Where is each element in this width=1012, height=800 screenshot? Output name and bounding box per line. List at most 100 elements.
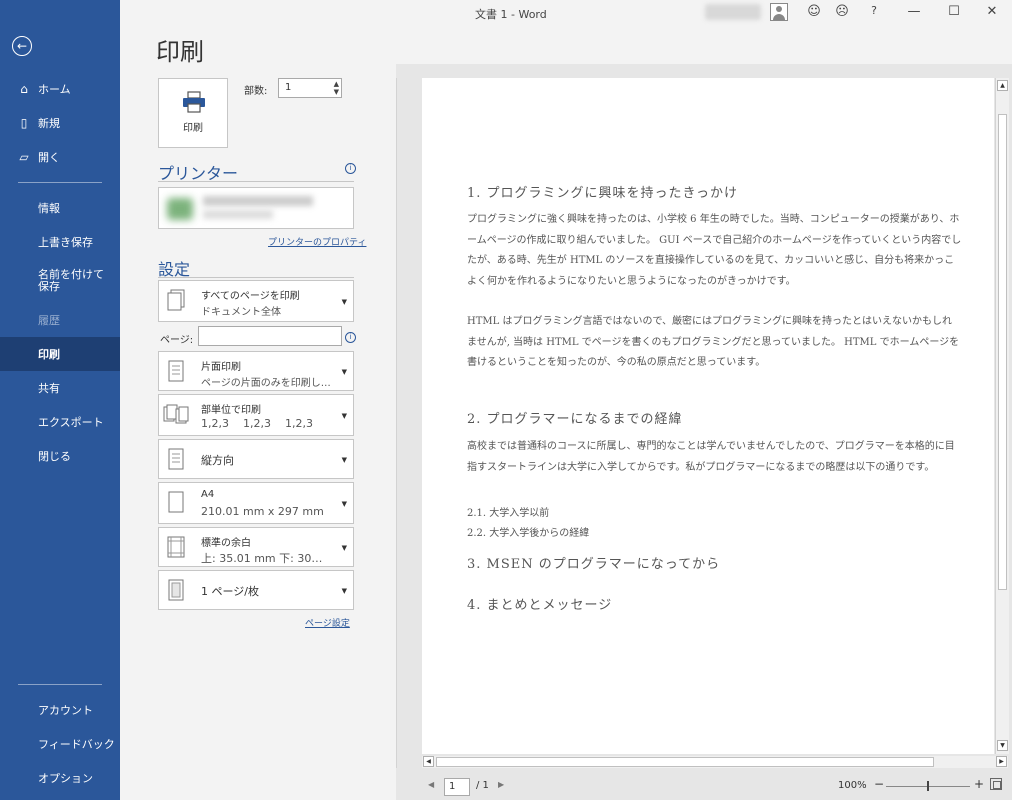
chevron-down-icon: ▼ (341, 500, 347, 508)
sidebar-item-print[interactable]: 印刷 (0, 337, 120, 371)
close-button[interactable]: ✕ (982, 4, 1002, 19)
open-folder-icon: ▱ (19, 150, 29, 164)
zoom-out-button[interactable]: − (874, 777, 884, 791)
zoom-in-button[interactable]: + (974, 777, 984, 791)
pages-per-sheet-dropdown[interactable]: 1 ページ/枚 ▼ (158, 570, 354, 610)
sidebar-item-label: エクスポート (38, 416, 104, 429)
printer-status (203, 210, 273, 219)
sidebar-item-open[interactable]: ▱ 開く (0, 140, 120, 174)
sidebar-item-label: 情報 (38, 202, 60, 215)
dropdown-subtitle: 210.01 mm x 297 mm (201, 505, 324, 518)
orientation-dropdown[interactable]: 縦方向 ▼ (158, 439, 354, 479)
print-range-dropdown[interactable]: すべてのページを印刷 ドキュメント全体 ▼ (158, 280, 354, 322)
printer-properties-link[interactable]: プリンターのプロパティ (268, 235, 366, 248)
chevron-down-icon: ▼ (341, 587, 347, 595)
section-divider (158, 181, 354, 182)
sidebar-item-share[interactable]: 共有 (0, 371, 120, 405)
dropdown-title: 部単位で印刷 (201, 405, 261, 416)
print-button-label: 印刷 (183, 123, 203, 134)
pane-divider (396, 78, 397, 768)
next-page-icon[interactable]: ▶ (498, 780, 504, 789)
section-divider (158, 277, 354, 278)
dropdown-title: 標準の余白 (201, 538, 251, 549)
minimize-button[interactable]: — (904, 4, 924, 19)
margins-icon (167, 536, 185, 558)
sidebar-item-feedback[interactable]: フィードバック (0, 727, 120, 761)
smile-icon[interactable]: ☺ (804, 4, 824, 19)
account-name[interactable] (705, 4, 761, 20)
sidebar-item-save[interactable]: 上書き保存 (0, 225, 120, 259)
copies-stepper[interactable]: 1 ▲ ▼ (278, 78, 342, 98)
sidebar-item-account[interactable]: アカウント (0, 693, 120, 727)
dropdown-title: 縦方向 (201, 454, 234, 467)
preview-subheading: 2.2. 大学入学後からの経緯 (467, 528, 590, 539)
sidebar-item-close[interactable]: 閉じる (0, 439, 120, 473)
scroll-down-arrow-icon[interactable]: ▼ (997, 740, 1008, 751)
zoom-slider-thumb[interactable] (927, 781, 929, 791)
dropdown-title: すべてのページを印刷 (201, 291, 300, 302)
sidebar-item-save-as[interactable]: 名前を付けて保存 (0, 259, 120, 303)
chevron-down-icon: ▼ (341, 368, 347, 376)
sidebar-item-history: 履歴 (0, 303, 120, 337)
zoom-to-page-icon[interactable] (990, 778, 1002, 790)
sidebar-item-home[interactable]: ⌂ ホーム (0, 72, 120, 106)
frown-icon[interactable]: ☹ (832, 4, 852, 19)
dropdown-subtitle: ページの片面のみを印刷し… (201, 378, 331, 389)
dropdown-title: 片面印刷 (201, 362, 241, 373)
paper-size-dropdown[interactable]: A4 210.01 mm x 297 mm ▼ (158, 482, 354, 524)
info-icon[interactable]: i (345, 332, 356, 343)
printer-device-icon (167, 198, 193, 220)
sidebar-item-label: 印刷 (38, 348, 60, 361)
sidebar-item-info[interactable]: 情報 (0, 191, 120, 225)
copies-label: 部数: (244, 86, 268, 97)
previous-page-icon[interactable]: ◀ (428, 780, 434, 789)
title-bar: 文書 1 - Word ☺ ☹ ? — ☐ ✕ (120, 0, 1012, 26)
printer-icon (183, 91, 205, 113)
avatar[interactable] (770, 3, 788, 21)
sidebar-item-label: ホーム (38, 83, 71, 96)
sides-dropdown[interactable]: 片面印刷 ページの片面のみを印刷し… ▼ (158, 351, 354, 391)
chevron-down-icon: ▼ (341, 412, 347, 420)
sidebar-item-label: 開く (38, 151, 60, 164)
chevron-down-icon: ▼ (341, 456, 347, 464)
page-setup-link[interactable]: ページ設定 (305, 616, 350, 629)
pages-input[interactable] (198, 326, 342, 346)
horizontal-scrollbar[interactable]: ◀ ▶ (422, 756, 1008, 768)
page-total: / 1 (476, 780, 489, 791)
help-button[interactable]: ? (864, 4, 884, 17)
current-page-input[interactable]: 1 (444, 778, 470, 796)
spinner-arrows-icon[interactable]: ▲ ▼ (334, 80, 339, 96)
sidebar-divider (18, 684, 102, 685)
scroll-thumb[interactable] (998, 114, 1007, 590)
margins-dropdown[interactable]: 標準の余白 上: 35.01 mm 下: 30… ▼ (158, 527, 354, 567)
preview-heading: 4. まとめとメッセージ (467, 598, 613, 613)
chevron-down-icon: ▼ (341, 298, 347, 306)
new-document-icon: ▯ (20, 116, 28, 130)
sidebar-item-options[interactable]: オプション (0, 761, 120, 795)
pages-icon (167, 289, 185, 311)
dropdown-subtitle: 1,2,3 1,2,3 1,2,3 (201, 417, 313, 430)
dropdown-title: 1 ページ/枚 (201, 585, 259, 598)
sidebar-item-label: 名前を付けて保存 (38, 268, 104, 293)
collation-dropdown[interactable]: 部単位で印刷 1,2,3 1,2,3 1,2,3 ▼ (158, 394, 354, 436)
sidebar-item-label: オプション (38, 772, 93, 785)
zoom-level[interactable]: 100% (838, 780, 867, 791)
collated-icon (163, 404, 189, 424)
sidebar-item-export[interactable]: エクスポート (0, 405, 120, 439)
dropdown-subtitle: ドキュメント全体 (201, 307, 281, 318)
info-icon[interactable]: i (345, 163, 356, 174)
scroll-right-arrow-icon[interactable]: ▶ (996, 756, 1007, 767)
dropdown-title: A4 (201, 489, 215, 500)
scroll-thumb[interactable] (436, 757, 934, 767)
printer-select[interactable] (158, 187, 354, 229)
vertical-scrollbar[interactable]: ▲ ▼ (995, 78, 1009, 754)
sidebar-item-new[interactable]: ▯ 新規 (0, 106, 120, 140)
preview-paragraph: HTML はプログラミング言語ではないので、厳密にはプログラミングに興味を持った… (467, 316, 960, 368)
scroll-up-arrow-icon[interactable]: ▲ (997, 80, 1008, 91)
scroll-left-arrow-icon[interactable]: ◀ (423, 756, 434, 767)
copies-value: 1 (285, 82, 292, 93)
print-button[interactable]: 印刷 (158, 78, 228, 148)
back-arrow-icon[interactable]: ← (12, 36, 32, 56)
maximize-button[interactable]: ☐ (944, 4, 964, 19)
printer-name (203, 196, 313, 206)
